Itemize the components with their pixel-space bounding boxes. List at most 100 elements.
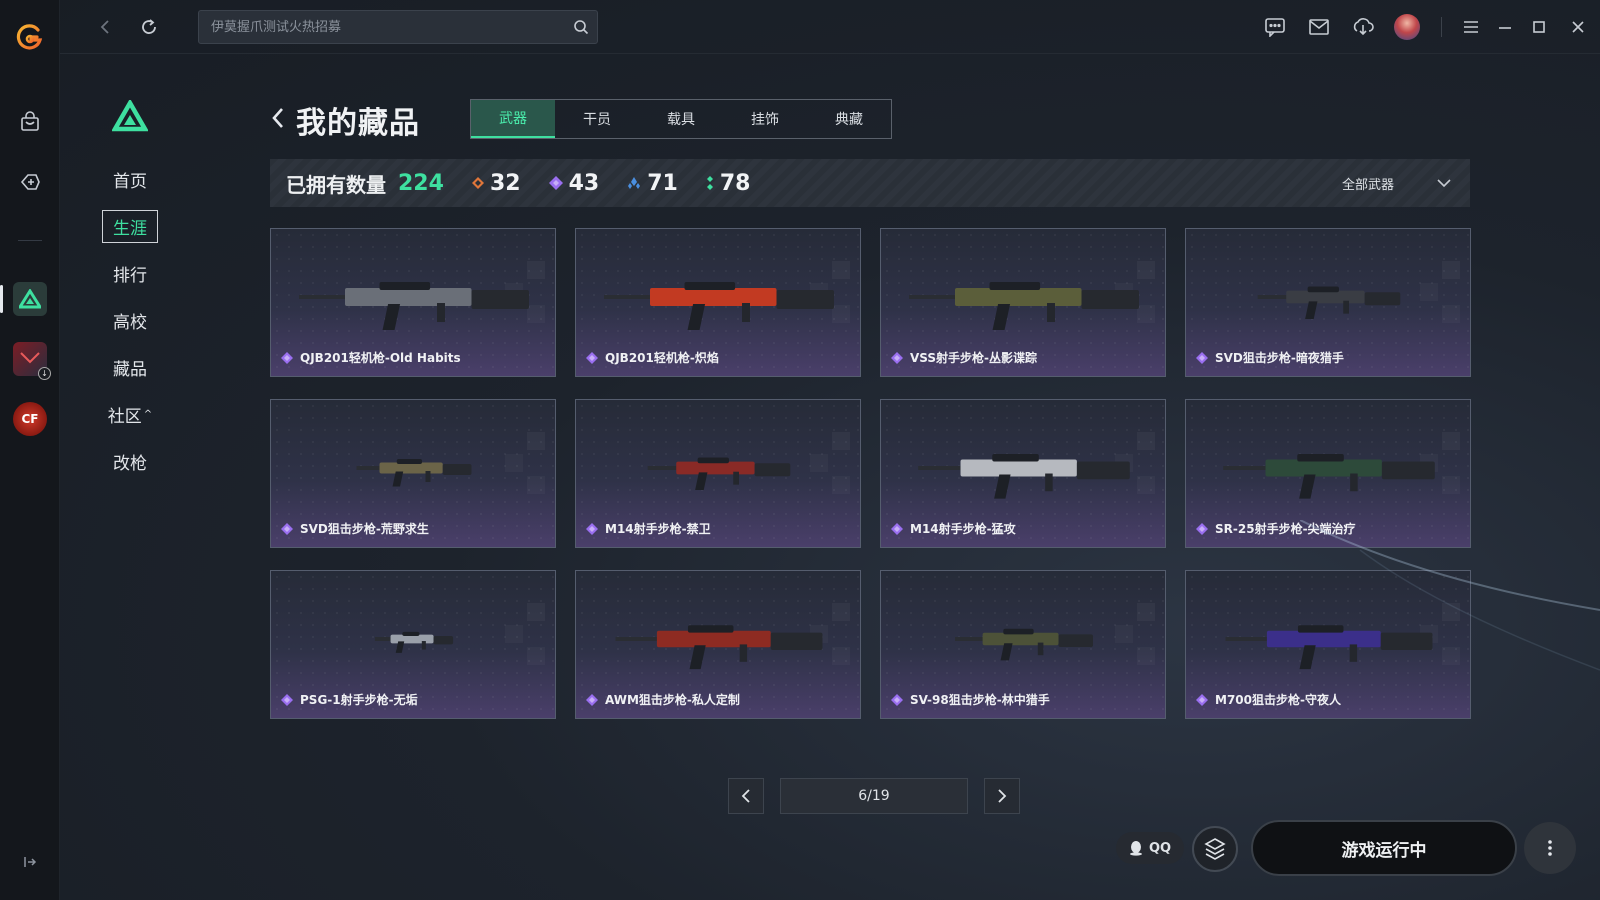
weapon-image-icon [299, 282, 529, 330]
weapon-name-label: SV-98狙击步枪-林中猎手 [910, 693, 1050, 707]
next-page-button[interactable] [984, 778, 1020, 814]
nav-item-collection[interactable]: 藏品 [100, 344, 160, 391]
weapon-card[interactable]: SVD狙击步枪-荒野求生 [270, 399, 556, 548]
chevron-right-icon [998, 789, 1007, 803]
weapon-name-label: M14射手步枪-猛攻 [910, 522, 1016, 536]
close-icon[interactable] [1556, 0, 1600, 54]
rarity-purple-count: 43 [548, 171, 599, 196]
tab-operators[interactable]: 干员 [555, 100, 639, 138]
rarity-blue-count: 71 [627, 171, 678, 196]
top-bar [60, 0, 1600, 54]
weapon-card[interactable]: AWM狙击步枪-私人定制 [575, 570, 861, 719]
weapon-image-icon [615, 625, 823, 670]
weapon-name: M14射手步枪-猛攻 [891, 520, 1016, 537]
weapon-name-label: VSS射手步枪-丛影谍踪 [910, 351, 1038, 365]
weapon-image-icon [1223, 453, 1435, 499]
refresh-icon[interactable] [136, 14, 162, 40]
page-header: 我的藏品 [270, 98, 420, 142]
rarity-green-count: 78 [706, 171, 750, 196]
weapon-name: QJB201轻机枪-炽焰 [586, 349, 719, 366]
weapon-name-label: AWM狙击步枪-私人定制 [605, 693, 740, 707]
rarity-purple-gem-icon [586, 351, 598, 364]
rarity-green-gem-icon [706, 176, 713, 190]
nav-item-ranking[interactable]: 排行 [100, 250, 160, 297]
delta-brand-logo-icon [111, 98, 149, 136]
nav-item-gunsmith[interactable]: 改枪 [100, 438, 160, 485]
weapon-name: AWM狙击步枪-私人定制 [586, 691, 740, 708]
game-running-button[interactable]: 游戏运行中 [1251, 820, 1517, 876]
weapon-name-label: PSG-1射手步枪-无垢 [300, 693, 418, 707]
tab-collection[interactable]: 典藏 [807, 100, 891, 138]
weapon-name: SV-98狙击步枪-林中猎手 [891, 691, 1050, 708]
nav-item-career[interactable]: 生涯 [100, 203, 160, 250]
rarity-purple-gem-icon [891, 693, 903, 706]
section-nav: 首页 生涯 排行 高校 藏品 社区 ^ 改枪 [100, 156, 160, 485]
tag-plus-icon[interactable] [0, 158, 60, 206]
rarity-orange-count: 32 [471, 171, 521, 196]
nav-item-home[interactable]: 首页 [100, 156, 160, 203]
weapon-filter-dropdown[interactable]: 全部武器 [1342, 159, 1452, 207]
chevron-up-icon: ^ [143, 409, 153, 420]
collapse-rail-icon[interactable] [0, 838, 60, 886]
download-manager-icon[interactable] [1341, 0, 1385, 54]
weapon-card[interactable]: SVD狙击步枪-暗夜猎手 [1185, 228, 1471, 377]
more-vertical-icon [1548, 840, 1552, 856]
more-options-button[interactable] [1524, 822, 1576, 874]
filter-selected-value: 全部武器 [1341, 177, 1394, 193]
weapon-card[interactable]: PSG-1射手步枪-无垢 [270, 570, 556, 719]
rail-game-2[interactable]: ↓ [0, 335, 60, 383]
weapon-name: SVD狙击步枪-荒野求生 [281, 520, 429, 537]
page-title: 我的藏品 [296, 106, 420, 141]
weapon-name: QJB201轻机枪-Old Habits [281, 349, 461, 366]
owned-total-count: 224 [398, 170, 444, 196]
launcher-tools-button[interactable] [1192, 826, 1238, 872]
search-input[interactable] [199, 11, 559, 43]
rail-game-cf[interactable]: CF [0, 395, 60, 443]
weapon-name: VSS射手步枪-丛影谍踪 [891, 349, 1037, 366]
prev-page-button[interactable] [728, 778, 764, 814]
search-icon[interactable] [573, 19, 589, 39]
weapon-image-icon [1225, 625, 1433, 670]
tab-vehicles[interactable]: 载具 [639, 100, 723, 138]
chevron-left-icon [741, 789, 750, 803]
back-chevron-icon[interactable] [270, 106, 286, 134]
weapon-card[interactable]: M700狙击步枪-守夜人 [1185, 570, 1471, 719]
rail-game-delta[interactable] [0, 275, 60, 323]
rarity-orange-gem-icon [471, 177, 484, 189]
weapon-image-icon [356, 459, 472, 487]
rarity-purple-gem-icon [1196, 522, 1208, 535]
weapon-card[interactable]: SR-25射手步枪-尖端治疗 [1185, 399, 1471, 548]
minimize-icon[interactable] [1488, 0, 1522, 54]
weapon-card[interactable]: QJB201轻机枪-炽焰 [575, 228, 861, 377]
weapon-card[interactable]: M14射手步枪-猛攻 [880, 399, 1166, 548]
store-bag-icon[interactable] [0, 98, 60, 146]
tab-weapons[interactable]: 武器 [471, 100, 555, 138]
app-rail: ↓ CF [0, 0, 60, 900]
weapon-name-label: M14射手步枪-禁卫 [605, 522, 711, 536]
qq-penguin-icon [1129, 841, 1142, 856]
tab-charms[interactable]: 挂饰 [723, 100, 807, 138]
nav-item-community[interactable]: 社区 ^ [100, 391, 160, 438]
chat-icon[interactable] [1253, 0, 1297, 54]
weapon-card[interactable]: SV-98狙击步枪-林中猎手 [880, 570, 1166, 719]
weapon-name-label: M700狙击步枪-守夜人 [1215, 693, 1341, 707]
weapon-card[interactable]: M14射手步枪-禁卫 [575, 399, 861, 548]
menu-icon[interactable] [1454, 0, 1488, 54]
back-nav-icon[interactable] [92, 14, 118, 40]
user-avatar[interactable] [1385, 0, 1429, 54]
ownership-stats-bar: 已拥有数量 224 32 43 71 78 全部武器 [270, 159, 1470, 207]
qq-account-button[interactable]: QQ [1116, 832, 1184, 864]
maximize-icon[interactable] [1522, 0, 1556, 54]
weapon-card[interactable]: QJB201轻机枪-Old Habits [270, 228, 556, 377]
rarity-purple-gem-icon [281, 522, 293, 535]
app-logo-icon[interactable] [0, 14, 60, 62]
weapon-name: M700狙击步枪-守夜人 [1196, 691, 1341, 708]
nav-item-college[interactable]: 高校 [100, 297, 160, 344]
rarity-purple-gem-icon [548, 176, 563, 190]
delta-logo-icon [13, 282, 47, 316]
cube-icon [1204, 838, 1226, 860]
weapon-card[interactable]: VSS射手步枪-丛影谍踪 [880, 228, 1166, 377]
mail-icon[interactable] [1297, 0, 1341, 54]
rarity-purple-gem-icon [891, 351, 903, 364]
collection-grid: QJB201轻机枪-Old Habits QJB201轻机枪-炽焰 VSS射手步枪-… [270, 228, 1472, 719]
